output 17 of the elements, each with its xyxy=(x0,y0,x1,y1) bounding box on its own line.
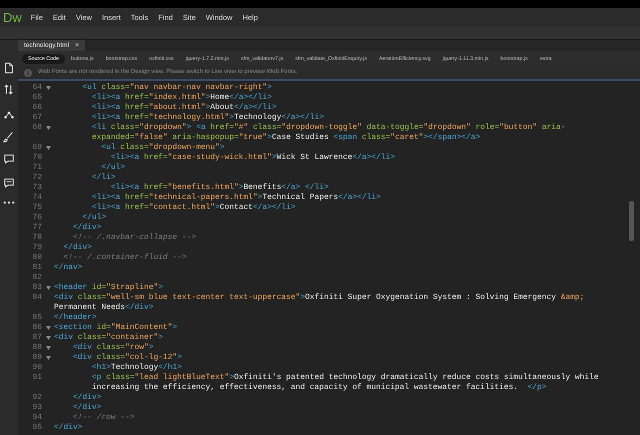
fold-arrow-icon[interactable] xyxy=(46,356,50,360)
fold-arrow-icon[interactable] xyxy=(46,286,50,290)
scrollbar-thumb[interactable] xyxy=(629,201,634,241)
fold-arrow-icon[interactable] xyxy=(46,126,50,130)
fold-arrow-icon[interactable] xyxy=(46,346,50,350)
fold-arrow-icon[interactable] xyxy=(46,146,50,150)
comment-icon[interactable] xyxy=(3,153,15,165)
brush-icon[interactable] xyxy=(3,131,15,143)
info-icon xyxy=(24,68,32,76)
new-file-icon[interactable] xyxy=(3,62,15,74)
comment-list-icon[interactable] xyxy=(3,177,15,189)
fold-arrow-icon[interactable] xyxy=(46,86,50,90)
hierarchy-icon[interactable] xyxy=(3,109,15,121)
app-logo: Dw xyxy=(2,9,23,27)
fold-arrow-icon[interactable] xyxy=(46,336,50,340)
fold-arrow-icon[interactable] xyxy=(46,326,50,330)
sort-arrows-icon[interactable] xyxy=(3,84,15,96)
